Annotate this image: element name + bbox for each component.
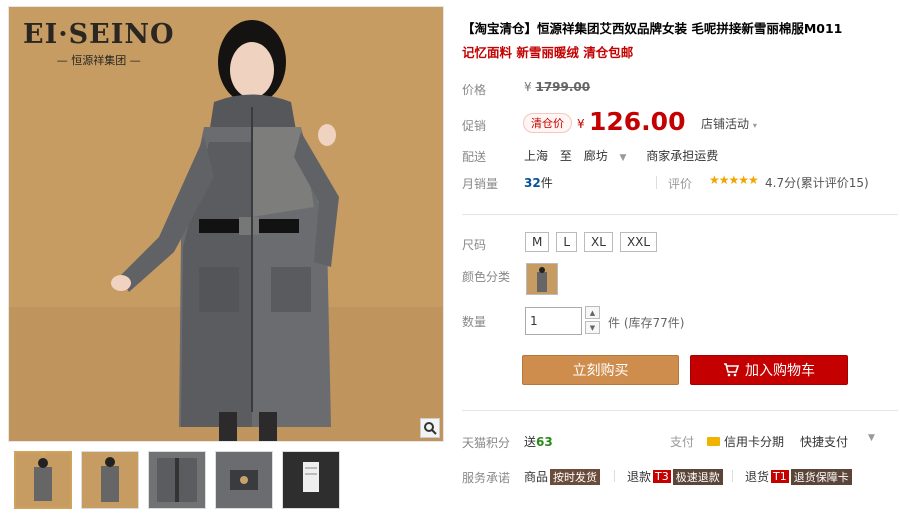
triangle-down-icon[interactable]: ▼ [868,433,875,443]
points-label: 天猫积分 [462,436,511,450]
service-refund-label: 退款 [627,470,652,484]
on-time-shipping-badge: 按时发货 [550,468,601,485]
shipping-info: 上海 至 廊坊 ▼ 商家承担运费 [524,147,726,164]
points-value: 63 [536,435,553,449]
quick-pay-option[interactable]: 快捷支付 [800,433,848,450]
points-info: 送63 [524,433,553,450]
chevron-down-icon: ▾ [752,121,757,130]
quantity-input[interactable] [525,307,582,335]
buy-now-button[interactable]: 立刻购买 [522,355,679,385]
original-price-value: 1799.00 [535,80,591,94]
credit-installment-label: 信用卡分期 [724,435,785,449]
ship-to-selector[interactable]: 廊坊 ▼ [584,149,635,163]
original-price: ¥ 1799.00 [524,80,590,94]
divider [656,176,657,189]
buy-now-label: 立刻购买 [572,363,629,379]
color-label: 颜色分类 [462,270,511,284]
brand-subname: — 恒源祥集团 — [56,54,141,67]
return-guarantee-badge: 退货保障卡 [790,468,852,485]
shipping-label: 配送 [462,150,487,164]
thumbnail-1[interactable] [14,451,72,509]
size-label: 尺码 [462,238,487,252]
credit-card-icon [707,437,720,446]
quantity-decrease-button[interactable]: ▼ [585,321,600,334]
currency-symbol: ¥ [524,80,532,94]
size-options: M L XL XXL [525,232,658,252]
star-rating-icon: ★★★★★ [709,173,759,187]
thumbnail-2[interactable] [81,451,139,509]
service-label: 服务承诺 [462,471,511,485]
divider [614,470,615,482]
cart-icon [723,363,739,377]
main-product-image[interactable]: EI·SEINO — 恒源祥集团 — [8,6,444,442]
size-option-xl[interactable]: XL [584,232,613,252]
color-option-swatch[interactable] [526,263,558,295]
service-return[interactable]: 退货 T1 退货保障卡 [745,468,852,485]
size-option-m[interactable]: M [525,232,550,252]
shipping-method: 商家承担运费 [646,149,719,163]
service-goods[interactable]: 商品 按时发货 [524,468,601,485]
quantity-label: 数量 [462,315,487,329]
quantity-increase-button[interactable]: ▲ [585,306,600,319]
sales-count: 32 [524,176,541,190]
clearance-price-tag: 清仓价 [523,113,572,133]
add-to-cart-label: 加入购物车 [745,363,815,379]
price-label: 价格 [462,83,487,97]
thumbnail-4[interactable] [215,451,273,509]
refund-code-badge: T3 [653,470,671,483]
credit-installment-option[interactable]: 信用卡分期 [707,433,784,450]
fast-refund-badge: 极速退款 [672,468,723,485]
thumbnail-strip [14,451,340,509]
promo-price-value: 126.00 [589,107,686,136]
product-title: 【淘宝清仓】恒源祥集团艾西奴品牌女装 毛呢拼接新雪丽棉服M011 [462,21,843,36]
store-activity-dropdown[interactable]: 店铺活动 ▾ [701,115,757,132]
rating-label: 评价 [668,177,693,191]
divider [462,214,898,215]
brand-name: EI·SEINO [23,19,175,50]
service-refund[interactable]: 退款 T3 极速退款 [627,468,723,485]
ship-from: 上海 [524,149,549,163]
points-prefix: 送 [524,435,537,449]
service-goods-label: 商品 [524,470,549,484]
size-option-xxl[interactable]: XXL [619,232,658,252]
sales-unit: 件 [540,176,553,190]
store-activity-label: 店铺活动 [701,117,750,131]
thumbnail-5[interactable] [282,451,340,509]
thumbnail-3[interactable] [148,451,206,509]
triangle-down-icon: ▼ [619,153,627,163]
ship-to-word: 至 [559,149,572,163]
service-return-label: 退货 [745,470,770,484]
product-subtitle: 记忆面料 新雪丽暖绒 清仓包邮 [462,45,634,60]
promo-currency-symbol: ¥ [577,117,585,131]
stock-info: 件 (库存77件) [608,316,685,330]
ship-to: 廊坊 [583,149,608,163]
payment-label: 支付 [670,435,695,449]
divider [732,470,733,482]
divider [462,410,898,411]
brand-logo: EI·SEINO — 恒源祥集团 — [23,19,175,68]
size-option-l[interactable]: L [556,232,578,252]
zoom-icon[interactable] [420,418,440,438]
model-photo [9,7,443,441]
monthly-sales: 32件 [524,174,553,191]
monthly-sales-label: 月销量 [462,177,499,191]
add-to-cart-button[interactable]: 加入购物车 [690,355,848,385]
promo-label: 促销 [462,119,487,133]
rating-summary-link[interactable]: 4.7分(累计评价15) [765,174,869,191]
return-code-badge: T1 [771,470,789,483]
